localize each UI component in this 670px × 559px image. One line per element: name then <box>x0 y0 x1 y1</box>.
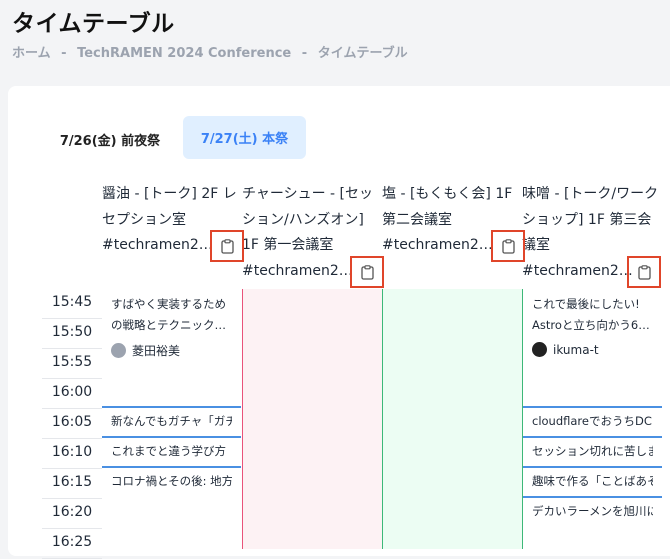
breadcrumb-current: タイムテーブル <box>317 46 408 61</box>
time-slot: 16:25 <box>42 529 102 559</box>
session-card[interactable]: cloudflareでおうちDC <box>523 406 662 436</box>
time-slot: 15:50 <box>42 319 102 349</box>
track-name: 醤油 - [トーク] 2F レセプション室 <box>102 186 237 228</box>
session-card[interactable]: デカいラーメンを旭川に <box>523 496 662 526</box>
track-column-miso: これで最後にしたい! Astroと立ち向かう6… ikuma-t cloudfl… <box>522 289 662 549</box>
page-title: タイムテーブル <box>12 11 175 37</box>
time-slot: 16:10 <box>42 439 102 469</box>
breadcrumb-conference[interactable]: TechRAMEN 2024 Conference <box>77 46 291 61</box>
speaker-name: 菱田裕美 <box>132 344 181 358</box>
session-title: すばやく実装するための戦略とテクニック… <box>111 297 226 332</box>
copy-hashtag-button[interactable] <box>350 256 384 288</box>
clipboard-icon <box>637 264 651 280</box>
copy-hashtag-button[interactable] <box>627 256 661 288</box>
breadcrumb-separator: - <box>301 46 308 61</box>
session-title: cloudflareでおうちDC <box>532 414 652 428</box>
session-card[interactable]: 新なんでもガチャ「ガチ <box>102 406 241 436</box>
copy-hashtag-button[interactable] <box>210 230 244 262</box>
track-name: 塩 - [もくもく会] 1F 第二会議室 <box>382 186 513 228</box>
breadcrumb-separator: - <box>61 46 67 61</box>
time-slot: 16:20 <box>42 499 102 529</box>
session-title: コロナ禍とその後: 地方 <box>111 474 232 488</box>
avatar <box>532 342 547 357</box>
track-column-shoyu: すばやく実装するための戦略とテクニック… 菱田裕美 新なんでもガチャ「ガチ これ… <box>102 289 241 549</box>
copy-hashtag-button[interactable] <box>491 230 525 262</box>
time-column: 15:45 15:50 15:55 16:00 16:05 16:10 16:1… <box>42 289 102 559</box>
session-title: 新なんでもガチャ「ガチ <box>111 414 232 428</box>
session-card[interactable]: コロナ禍とその後: 地方 <box>102 466 241 496</box>
track-hashtag: #techramen24... <box>102 237 214 253</box>
time-slot: 15:55 <box>42 349 102 379</box>
breadcrumb: ホーム - TechRAMEN 2024 Conference - タイムテーブ… <box>12 42 414 61</box>
time-slot: 16:15 <box>42 469 102 499</box>
avatar <box>111 343 126 358</box>
track-name: チャーシュー - [セッション/ハンズオン] 1F 第一会議室 <box>242 186 373 253</box>
clipboard-icon <box>220 238 234 254</box>
session-card[interactable]: これまでと違う学び方 <box>102 436 241 466</box>
speaker-name: ikuma-t <box>553 342 599 357</box>
session-title: これで最後にしたい! Astroと立ち向かう6… <box>532 297 650 332</box>
session-card[interactable]: 趣味で作る「ことばあそ <box>523 466 662 496</box>
session-card[interactable]: セッション切れに苦しま <box>523 436 662 466</box>
clipboard-icon <box>501 238 515 254</box>
time-slot: 16:00 <box>42 379 102 409</box>
track-column-shio <box>382 289 522 549</box>
session-title: セッション切れに苦しま <box>532 444 653 458</box>
track-hashtag: #techramen24... <box>242 262 354 279</box>
session-title: デカいラーメンを旭川に <box>532 504 653 518</box>
tab-day2[interactable]: 7/27(土) 本祭 <box>183 116 306 159</box>
time-slot: 16:05 <box>42 409 102 439</box>
track-hashtag: #techramen24... <box>382 237 494 253</box>
session-card[interactable]: すばやく実装するための戦略とテクニック… 菱田裕美 <box>102 289 241 377</box>
tab-day1[interactable]: 7/26(金) 前夜祭 <box>50 118 170 160</box>
clipboard-icon <box>360 264 374 280</box>
track-column-chashu <box>242 289 382 549</box>
breadcrumb-home[interactable]: ホーム <box>12 46 51 61</box>
session-title: これまでと違う学び方 <box>111 444 226 458</box>
session-card[interactable]: これで最後にしたい! Astroと立ち向かう6… ikuma-t <box>523 289 662 377</box>
track-hashtag: #techramen24... <box>522 262 634 279</box>
session-title: 趣味で作る「ことばあそ <box>532 474 653 488</box>
track-name: 味噌 - [トーク/ワークショップ] 1F 第三会議室 <box>522 186 659 253</box>
time-slot: 15:45 <box>42 289 102 319</box>
